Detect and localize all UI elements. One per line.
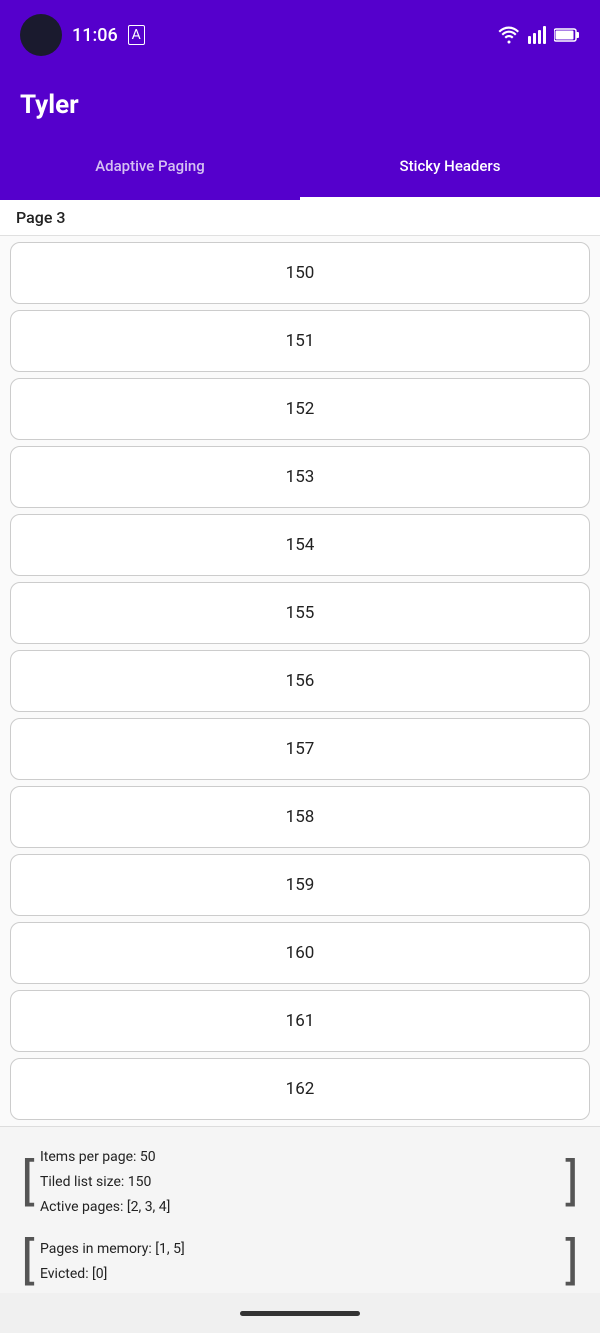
list-item: 160 [10, 922, 590, 984]
list-item: 156 [10, 650, 590, 712]
bracket-left-2: [ [16, 1229, 40, 1293]
wifi-icon [498, 26, 520, 44]
list-item: 157 [10, 718, 590, 780]
list-item: 161 [10, 990, 590, 1052]
tab-sticky-headers-label: Sticky Headers [400, 157, 501, 175]
footer-info-panel: [ Items per page: 50 Tiled list size: 15… [0, 1126, 600, 1293]
list-item-value: 152 [286, 399, 315, 419]
footer-text: Items per page: 50 Tiled list size: 150 … [40, 1137, 560, 1229]
bracket-right-2: ] [560, 1229, 584, 1293]
list-item-value: 155 [286, 603, 315, 623]
list-item-value: 158 [286, 807, 315, 827]
list-item-value: 153 [286, 467, 315, 487]
list-item: 150 [10, 242, 590, 304]
tab-adaptive-paging[interactable]: Adaptive Paging [0, 140, 300, 200]
list-item-value: 162 [286, 1079, 315, 1099]
list-item-value: 161 [286, 1011, 315, 1031]
list-item: 154 [10, 514, 590, 576]
list-item: 155 [10, 582, 590, 644]
avatar [20, 14, 62, 56]
evicted: Evicted: [0] [40, 1262, 560, 1287]
list-item-value: 160 [286, 943, 315, 963]
status-bar-right [498, 26, 580, 44]
list-item: 159 [10, 854, 590, 916]
app-bar: Tyler [0, 70, 600, 140]
list-item-value: 151 [286, 331, 315, 351]
status-time: 11:06 [72, 25, 118, 46]
list-item: 152 [10, 378, 590, 440]
bracket-left: [ [16, 1137, 40, 1229]
sticky-page-header: Page 3 [0, 200, 600, 236]
items-per-page: Items per page: 50 [40, 1145, 560, 1170]
list-item-value: 150 [286, 263, 315, 283]
list-item-value: 154 [286, 535, 315, 555]
footer-text-2: Pages in memory: [1, 5] Evicted: [0] [40, 1229, 560, 1293]
page-header-label: Page 3 [16, 208, 65, 227]
tab-bar: Adaptive Paging Sticky Headers [0, 140, 600, 200]
signal-icon [528, 26, 546, 44]
list-item: 153 [10, 446, 590, 508]
bracket-right: ] [560, 1137, 584, 1229]
content-area[interactable]: Page 3 150 151 152 153 154 155 156 157 1… [0, 200, 600, 1293]
pages-in-memory: Pages in memory: [1, 5] [40, 1237, 560, 1262]
list-item-value: 157 [286, 739, 315, 759]
home-indicator [240, 1311, 360, 1316]
list-item-value: 159 [286, 875, 315, 895]
active-pages: Active pages: [2, 3, 4] [40, 1195, 560, 1220]
list-item: 151 [10, 310, 590, 372]
app-title: Tyler [20, 90, 79, 120]
list-item: 162 [10, 1058, 590, 1120]
battery-icon [554, 28, 580, 42]
status-bar: 11:06 A [0, 0, 600, 70]
tab-sticky-headers[interactable]: Sticky Headers [300, 140, 600, 200]
status-bar-left: 11:06 A [20, 14, 145, 56]
list-item-value: 156 [286, 671, 315, 691]
list-item: 158 [10, 786, 590, 848]
status-indicator: A [128, 25, 145, 45]
bottom-bar [0, 1293, 600, 1333]
tab-adaptive-paging-label: Adaptive Paging [95, 157, 205, 175]
tiled-list-size: Tiled list size: 150 [40, 1170, 560, 1195]
